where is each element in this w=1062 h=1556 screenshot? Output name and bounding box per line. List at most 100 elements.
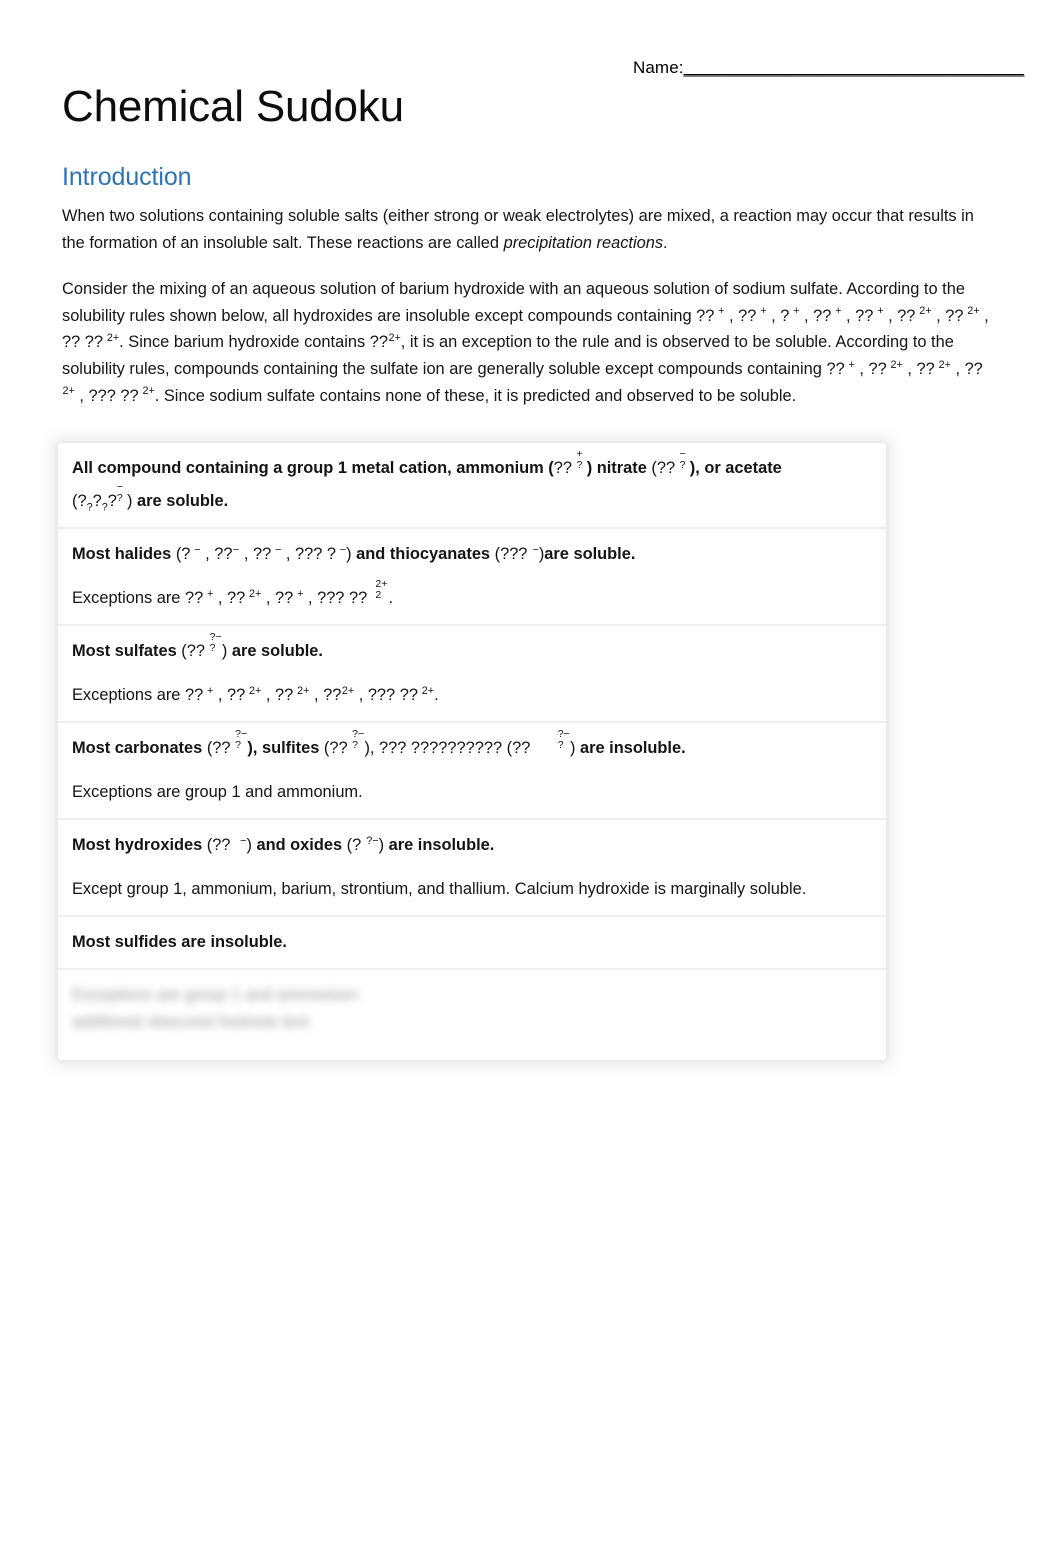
ion-charge: 2+	[249, 684, 262, 697]
sulfate-charge: ?−	[209, 632, 222, 644]
paren-close-2: )	[378, 836, 389, 854]
paragraph-2: Consider the mixing of an aqueous soluti…	[62, 276, 994, 409]
ion-formula: ?? 2+	[227, 588, 261, 607]
phosphate-symbol: ??	[512, 739, 531, 757]
ion-charge: +	[297, 587, 304, 600]
ion-formula: ?? 2+	[917, 358, 951, 378]
ion-charge: 2+	[341, 684, 355, 697]
rule-line: (????? −?) are soluble.	[72, 483, 872, 515]
rule-line: Most sulfides are insoluble.	[72, 929, 872, 956]
ion-symbol: ??	[275, 589, 294, 607]
rule4-bold-c: are insoluble.	[580, 739, 686, 757]
ion-symbol: ??	[214, 545, 233, 563]
paren-close-3: )	[569, 739, 580, 757]
ion-formula: ?? 2+	[945, 306, 979, 325]
paragraph-1: When two solutions containing soluble sa…	[62, 203, 994, 256]
table-row-hydroxides-oxides: Most hydroxides (?? −) and oxides (? ?−)…	[58, 818, 886, 915]
ion-formula: ?? 2+	[227, 684, 262, 704]
sulfate-symbol: ??	[186, 642, 205, 660]
carbonate-symbol: ??	[212, 739, 231, 757]
acetate-subscript: ?	[116, 493, 123, 505]
acetate-atom-2: ?	[92, 492, 102, 510]
ion-symbol: ??	[227, 589, 246, 607]
ion-formula: ?? +	[813, 305, 842, 325]
ion-charge: +	[793, 305, 800, 318]
ion-charge: 2+	[62, 385, 75, 398]
nitrate-charge-stack: −?	[679, 450, 690, 473]
ion-symbol: ??	[738, 306, 757, 325]
phosphate-charge-stack: ?−?	[557, 730, 570, 753]
ion-charge: +	[835, 305, 842, 318]
table-row-sulfates: Most sulfates (?? ?−?) are soluble. Exce…	[58, 624, 886, 721]
carbonate-charge: ?−	[235, 729, 248, 741]
name-field-row: Name:___________________________________…	[633, 58, 1024, 78]
rule1-bold-d: are soluble.	[137, 492, 229, 510]
halide-exception-ion-list: ?? + , ?? 2+ , ?? + , ??? ?? 2+ 2	[184, 579, 388, 607]
phosphate-subscript: ?	[557, 740, 564, 752]
ion-formula: ?? ?? 2+	[62, 332, 119, 352]
ion-charge: 2+	[890, 358, 903, 371]
table-row-carbonates-sulfites-phosphates: Most carbonates (?? ?−?), sulfites (?? ?…	[58, 721, 886, 818]
sulfate-charge-stack: ?−?	[210, 633, 222, 656]
ion-formula: ??? ?? 2+	[367, 684, 435, 704]
ion-formula: ??? ?? 2+ 2	[317, 580, 388, 607]
section-heading-introduction: Introduction	[62, 163, 192, 191]
hydroxide-symbol: ??	[212, 836, 231, 854]
paren-close: ),	[247, 739, 262, 757]
ion-symbol: ??	[696, 306, 715, 325]
paren-close: )	[221, 642, 232, 660]
ion-formula: ?? 2+	[275, 685, 309, 704]
ion-symbol: ??	[826, 359, 845, 378]
ion-charge: 2+	[421, 684, 435, 697]
ion-formula: ?? +	[738, 306, 766, 325]
name-blank-line: ______________________________________	[683, 58, 1025, 77]
paren-close-2: ),	[364, 739, 380, 757]
ion-symbol: ?? ??	[62, 333, 104, 352]
ion-symbol: ??	[945, 306, 964, 325]
barium-ion-symbol: ??	[369, 333, 388, 352]
ion-symbol: ??	[184, 686, 204, 704]
ion-symbol: ??	[275, 686, 294, 704]
ion-formula: ?? +	[275, 587, 304, 607]
paren-close: )	[586, 459, 597, 477]
table-row-halides-thiocyanates: Most halides (? − , ??− , ?? − , ??? ? −…	[58, 527, 886, 624]
rule-line: Exceptions are ?? + , ?? 2+ , ?? + , ???…	[72, 579, 872, 612]
ion-formula: ?? +	[826, 359, 854, 378]
ion-charge: +	[207, 684, 214, 697]
thiocyanate-charge: −	[532, 543, 539, 556]
ion-formula: ?? 2+	[869, 358, 903, 378]
ion-symbol: ?	[780, 306, 790, 325]
nitrate-subscript: ?	[679, 460, 686, 472]
sulfite-symbol: ??	[329, 739, 348, 757]
ion-charge: 2+	[142, 385, 155, 398]
carbonate-charge-stack: ?−?	[235, 730, 247, 753]
paragraph-2-text-d: . Since sodium sulfate contains none of …	[154, 386, 797, 405]
ion-formula: ??2+	[323, 684, 355, 704]
obscured-text-line-2: additional obscured footnote text	[72, 1013, 309, 1031]
ion-formula: ??? ? −	[294, 544, 346, 563]
sulfate-exception-ion-list: ?? + , ?? 2+ , ?? 2+ , ??2+ , ??? ?? 2+	[184, 684, 435, 704]
ion-symbol: ??? ?	[294, 545, 337, 563]
ion-charge: 2+	[938, 358, 951, 371]
rule1-bold-c: ), or acetate	[689, 459, 782, 477]
sulfite-charge-stack: ?−?	[352, 730, 364, 753]
rule4-exceptions: Exceptions are group 1 and ammonium.	[72, 783, 363, 801]
paren-close: )	[246, 836, 257, 854]
ammonium-charge: +	[576, 449, 583, 461]
sulfite-charge: ?−	[352, 729, 365, 741]
ammonium-subscript: ?	[576, 460, 583, 472]
ion-charge: −	[194, 543, 201, 556]
carbonate-subscript: ?	[235, 740, 241, 752]
ion-symbol: ??	[227, 686, 246, 704]
rule-line: Most hydroxides (?? −) and oxides (? ?−)…	[72, 832, 872, 859]
ammonium-symbol: ??	[553, 459, 572, 477]
rule2-exceptions-suffix: .	[388, 589, 394, 607]
table-row-obscured: Exceptions are group 1 and ammonium addi…	[58, 968, 886, 1060]
ion-symbol: ??? ??	[88, 386, 139, 405]
ion-formula: ??−	[214, 544, 239, 563]
obscured-text-line-1: Exceptions are group 1 and ammonium	[72, 986, 359, 1004]
ion-symbol: ??? ??	[367, 686, 418, 704]
document-page: Name:___________________________________…	[0, 0, 1062, 1556]
acetate-atom-1: ?	[77, 492, 87, 510]
rule1-bold-a: All compound containing a group 1 metal …	[72, 459, 549, 477]
